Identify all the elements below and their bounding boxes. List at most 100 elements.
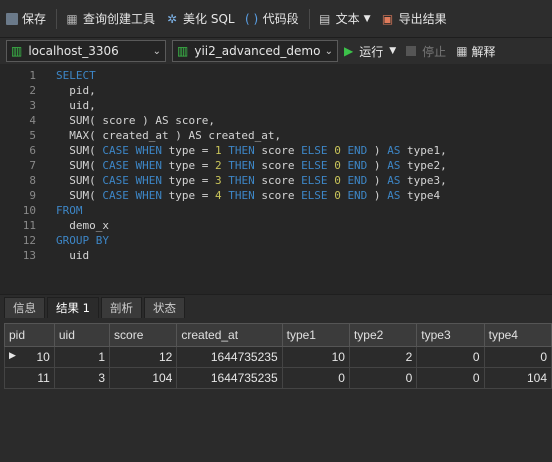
column-header[interactable]: uid bbox=[53, 323, 111, 347]
explain-button[interactable]: ▦ 解释 bbox=[456, 43, 495, 60]
toolbar-divider bbox=[56, 8, 58, 29]
run-button[interactable]: ▶ 运行 ▼ bbox=[344, 43, 396, 60]
result-tab[interactable]: 结果 1 bbox=[47, 297, 99, 318]
save-icon bbox=[6, 12, 18, 25]
code-line: 11 demo_x bbox=[0, 218, 552, 233]
toolbar-divider bbox=[308, 8, 310, 29]
export-icon: ▣ bbox=[381, 11, 394, 26]
table-cell[interactable]: 0 bbox=[483, 346, 552, 368]
line-number: 10 bbox=[22, 204, 36, 217]
result-tab[interactable]: 状态 bbox=[143, 297, 185, 318]
save-button[interactable]: 保存 bbox=[6, 10, 46, 27]
query-builder-label: 查询创建工具 bbox=[83, 12, 156, 26]
server-select[interactable]: ▥ localhost_3306 ⌄ bbox=[6, 40, 166, 62]
table-cell[interactable]: 104 bbox=[483, 367, 552, 389]
column-header[interactable]: type1 bbox=[281, 323, 350, 347]
stop-button[interactable]: 停止 bbox=[406, 43, 446, 60]
table-row[interactable]: ▶ 10 1 12 1644735235 10 2 0 0 bbox=[4, 346, 552, 368]
explain-icon: ▦ bbox=[456, 44, 468, 58]
table-cell[interactable]: 104 bbox=[109, 367, 178, 389]
code-line: 1 SELECT bbox=[0, 68, 552, 83]
database-select[interactable]: ▥ yii2_advanced_demo ⌄ bbox=[172, 40, 338, 62]
table-cell[interactable]: 11 bbox=[4, 367, 55, 389]
table-cell[interactable]: 1644735235 bbox=[176, 367, 283, 389]
table-cell[interactable]: 12 bbox=[109, 346, 178, 368]
run-label: 运行 bbox=[359, 44, 384, 59]
code-line: 5 MAX( created_at ) AS created_at, bbox=[0, 128, 552, 143]
sql-editor[interactable]: 1 SELECT 2 pid, 3 uid, 4 SUM( score ) AS sco… bbox=[0, 64, 552, 294]
column-header[interactable]: type3 bbox=[416, 323, 485, 347]
code-snippet-label: 代码段 bbox=[262, 12, 299, 26]
code-line: 8 SUM( CASE WHEN type = 3 THEN score ELS… bbox=[0, 173, 552, 188]
table-cell[interactable]: 0 bbox=[416, 346, 485, 368]
chevron-down-icon: ▼ bbox=[389, 46, 397, 56]
code-text: MAX( created_at ) AS created_at, bbox=[56, 129, 282, 142]
line-number: 6 bbox=[29, 144, 36, 157]
table-cell[interactable]: 1 bbox=[53, 346, 111, 368]
line-number: 4 bbox=[29, 114, 36, 127]
code-text: uid bbox=[56, 249, 90, 262]
code-line: 7 SUM( CASE WHEN type = 2 THEN score ELS… bbox=[0, 158, 552, 173]
table-cell[interactable]: 3 bbox=[53, 367, 111, 389]
chevron-down-icon: ⌄ bbox=[324, 45, 333, 57]
code-snippet-button[interactable]: ( ) 代码段 bbox=[245, 10, 299, 27]
table-cell[interactable]: 0 bbox=[348, 367, 418, 389]
beautify-sql-button[interactable]: ✲ 美化 SQL bbox=[165, 10, 235, 27]
code-line: 3 uid, bbox=[0, 98, 552, 113]
text-button[interactable]: ▤ 文本 ▼ bbox=[318, 10, 371, 27]
stop-icon bbox=[406, 46, 417, 56]
result-tab[interactable]: 剖析 bbox=[100, 297, 142, 318]
code-text: FROM bbox=[56, 204, 83, 217]
line-number: 3 bbox=[29, 99, 36, 112]
export-results-button[interactable]: ▣ 导出结果 bbox=[381, 10, 447, 27]
result-tabs: 信息 结果 1 剖析 状态 bbox=[0, 294, 552, 318]
code-text: SUM( score ) AS score, bbox=[56, 114, 215, 127]
main-toolbar: 保存 ▦ 查询创建工具 ✲ 美化 SQL ( ) 代码段 ▤ 文本 ▼ ▣ 导出… bbox=[0, 0, 552, 38]
query-builder-icon: ▦ bbox=[66, 11, 78, 26]
column-header[interactable]: score bbox=[109, 323, 178, 347]
magic-wand-icon: ✲ bbox=[167, 11, 178, 26]
code-text: GROUP BY bbox=[56, 234, 109, 247]
column-header[interactable]: type4 bbox=[483, 323, 552, 347]
code-line: 12 GROUP BY bbox=[0, 233, 552, 248]
code-text: SUM( CASE WHEN type = 2 THEN score ELSE … bbox=[56, 159, 447, 172]
server-icon: ▥ bbox=[11, 44, 23, 58]
column-header[interactable]: type2 bbox=[348, 323, 418, 347]
code-line: 2 pid, bbox=[0, 83, 552, 98]
column-header[interactable]: created_at bbox=[176, 323, 283, 347]
code-text: SUM( CASE WHEN type = 4 THEN score ELSE … bbox=[56, 189, 441, 202]
query-builder-button[interactable]: ▦ 查询创建工具 bbox=[65, 10, 155, 27]
code-text: demo_x bbox=[56, 219, 109, 232]
table-cell[interactable]: 10 bbox=[281, 346, 350, 368]
code-text: SUM( CASE WHEN type = 1 THEN score ELSE … bbox=[56, 144, 447, 157]
beautify-sql-label: 美化 SQL bbox=[183, 12, 235, 26]
code-line: 10 FROM bbox=[0, 203, 552, 218]
table-cell[interactable]: 0 bbox=[281, 367, 350, 389]
database-icon: ▥ bbox=[177, 44, 189, 58]
row-pointer-icon: ▶ bbox=[9, 350, 16, 360]
chevron-down-icon: ⌄ bbox=[152, 45, 161, 57]
table-cell[interactable]: 2 bbox=[348, 346, 418, 368]
line-number: 7 bbox=[29, 159, 36, 172]
code-line: 13 uid bbox=[0, 248, 552, 263]
code-text: uid, bbox=[56, 99, 96, 112]
column-header[interactable]: pid bbox=[4, 323, 55, 347]
code-line: 9 SUM( CASE WHEN type = 4 THEN score ELS… bbox=[0, 188, 552, 203]
table-cell[interactable]: 1644735235 bbox=[176, 346, 283, 368]
code-text: pid, bbox=[56, 84, 96, 97]
chevron-down-icon: ▼ bbox=[363, 13, 371, 24]
database-name: yii2_advanced_demo bbox=[194, 44, 321, 58]
result-tab[interactable]: 信息 bbox=[4, 297, 45, 318]
table-cell[interactable]: ▶ 10 bbox=[4, 346, 55, 368]
line-number: 1 bbox=[29, 69, 36, 82]
server-name: localhost_3306 bbox=[28, 44, 119, 58]
export-results-label: 导出结果 bbox=[398, 12, 447, 26]
table-cell[interactable]: 0 bbox=[416, 367, 485, 389]
line-number: 11 bbox=[22, 219, 36, 232]
parentheses-icon: ( ) bbox=[245, 11, 259, 26]
table-row[interactable]: 11 3 104 1644735235 0 0 0 104 bbox=[4, 367, 552, 389]
connection-toolbar: ▥ localhost_3306 ⌄ ▥ yii2_advanced_demo … bbox=[0, 38, 552, 64]
line-number: 13 bbox=[22, 249, 36, 262]
results-grid: pid uid score created_at type1 type2 type3 type… bbox=[4, 323, 552, 389]
explain-label: 解释 bbox=[471, 44, 496, 59]
